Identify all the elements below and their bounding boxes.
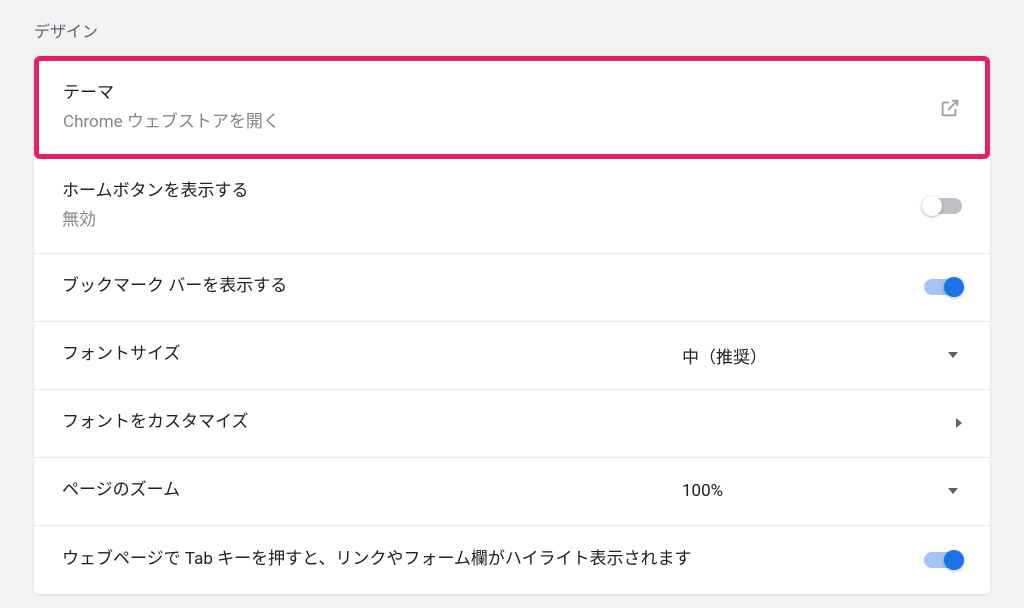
bookmark-bar-toggle[interactable] bbox=[924, 279, 962, 295]
home-button-title: ホームボタンを表示する bbox=[62, 179, 249, 205]
theme-sub: Chrome ウェブストアを開く bbox=[63, 111, 280, 135]
font-size-select[interactable]: 中（推奨） bbox=[682, 343, 962, 368]
chevron-down-icon bbox=[948, 352, 958, 358]
toggle-knob bbox=[944, 277, 964, 297]
chevron-right-icon bbox=[956, 418, 962, 428]
page-zoom-row[interactable]: ページのズーム 100% bbox=[34, 458, 990, 526]
home-button-text: ホームボタンを表示する 無効 bbox=[62, 179, 249, 232]
toggle-knob bbox=[922, 196, 942, 216]
font-size-value: 中（推奨） bbox=[682, 343, 767, 368]
home-button-toggle[interactable] bbox=[924, 198, 962, 214]
bookmark-bar-title: ブックマーク バーを表示する bbox=[62, 274, 287, 300]
page-zoom-select[interactable]: 100% bbox=[682, 481, 962, 501]
theme-row[interactable]: テーマ Chrome ウェブストアを開く bbox=[34, 56, 990, 159]
section-label: デザイン bbox=[0, 0, 1024, 56]
open-external-icon bbox=[939, 97, 961, 119]
font-custom-row[interactable]: フォントをカスタマイズ bbox=[34, 390, 990, 458]
chevron-down-icon bbox=[948, 488, 958, 494]
font-custom-title: フォントをカスタマイズ bbox=[62, 410, 249, 436]
font-size-title: フォントサイズ bbox=[62, 342, 181, 368]
theme-title: テーマ bbox=[63, 81, 280, 107]
theme-text: テーマ Chrome ウェブストアを開く bbox=[63, 81, 280, 134]
home-button-row: ホームボタンを表示する 無効 bbox=[34, 159, 990, 253]
bookmark-bar-row: ブックマーク バーを表示する bbox=[34, 254, 990, 322]
font-size-row[interactable]: フォントサイズ 中（推奨） bbox=[34, 322, 990, 390]
page-zoom-title: ページのズーム bbox=[62, 478, 180, 504]
tab-highlight-toggle[interactable] bbox=[924, 552, 962, 568]
home-button-sub: 無効 bbox=[62, 209, 249, 233]
settings-card: テーマ Chrome ウェブストアを開く ホームボタンを表示する 無効 ブックマ… bbox=[34, 56, 990, 594]
tab-highlight-title: ウェブページで Tab キーを押すと、リンクやフォーム欄がハイライト表示されます bbox=[62, 547, 692, 573]
page-zoom-value: 100% bbox=[682, 481, 723, 501]
toggle-knob bbox=[944, 550, 964, 570]
tab-highlight-row: ウェブページで Tab キーを押すと、リンクやフォーム欄がハイライト表示されます bbox=[34, 526, 990, 594]
